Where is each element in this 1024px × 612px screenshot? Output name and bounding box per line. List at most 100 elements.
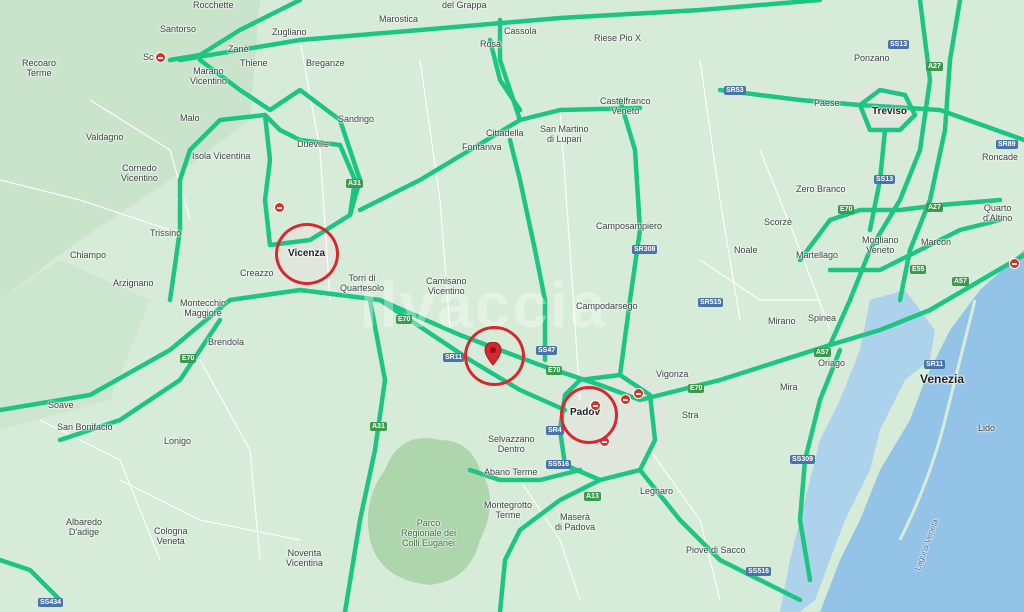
road-closure-icon[interactable] — [620, 394, 631, 405]
city-label-rocchette: Rocchette — [193, 0, 234, 10]
city-label-cornedo: Cornedo Vicentino — [121, 163, 158, 183]
city-label-quarto: Quarto d'Altino — [983, 203, 1013, 223]
city-label-cassola: Cassola — [504, 26, 537, 36]
road-shield-sr308: SR308 — [632, 245, 658, 254]
road-shield-sr11: SR11 — [443, 353, 465, 362]
city-label-oriago: Oriago — [818, 358, 846, 368]
road-shield-ss516: SS516 — [546, 460, 572, 469]
city-label-torri: Torri di Quartesolo — [340, 273, 385, 293]
city-label-stra: Stra — [682, 410, 699, 420]
road-shield-ss309: SS309 — [790, 455, 816, 464]
city-label-treviso: Treviso — [872, 106, 908, 117]
city-label-bassano: del Grappa — [442, 0, 487, 10]
city-label-abano: Abano Terme — [484, 467, 538, 477]
city-label-noale: Noale — [734, 245, 758, 255]
city-label-santorso: Santorso — [160, 24, 197, 34]
city-label-paese: Paese — [814, 98, 840, 108]
road-shield-e70: E70 — [838, 205, 855, 214]
road-closure-icon[interactable] — [155, 52, 166, 63]
road-closure-icon[interactable] — [274, 202, 285, 213]
city-label-legnaro: Legnaro — [640, 486, 674, 496]
city-label-arzignano: Arzignano — [113, 278, 154, 288]
road-shield-a31: A31 — [346, 179, 363, 188]
city-label-noventa: Noventa Vicentina — [286, 548, 323, 568]
city-label-martellago: Martellago — [796, 250, 839, 260]
road-shield-a57: A57 — [814, 348, 831, 357]
road-shield-ss13: SS13 — [888, 40, 910, 49]
city-label-schio: Sc — [143, 52, 154, 62]
city-label-campodarsego: Campodarsego — [576, 301, 638, 311]
road-shield-e70: E70 — [180, 354, 197, 363]
city-label-montecchio: Montecchio Maggiore — [180, 298, 227, 318]
city-label-marano: Marano Vicentino — [190, 66, 227, 86]
road-shield-ss516: SS516 — [746, 567, 772, 576]
city-label-mirano: Mirano — [768, 316, 796, 326]
road-shield-a13: A13 — [584, 492, 601, 501]
road-shield-ss434: SS434 — [38, 598, 64, 607]
city-label-albaredo: Albaredo D'adige — [66, 517, 103, 537]
park-label: Parco Regionale dei Colli Euganei — [401, 518, 457, 548]
location-pin-icon[interactable] — [484, 342, 502, 366]
map-canvas[interactable]: ilvaccia Rocchette Santorso Sc Recoaro T… — [0, 0, 1024, 612]
road-shield-a27: A27 — [926, 62, 943, 71]
road-shield-a57: A57 — [952, 277, 969, 286]
road-shield-sr11: SR11 — [924, 360, 946, 369]
city-label-malo: Malo — [180, 113, 200, 123]
city-label-piove: Piove di Sacco — [686, 545, 746, 555]
city-label-vigonza: Vigonza — [656, 369, 689, 379]
city-label-mira: Mira — [780, 382, 798, 392]
city-label-brendola: Brendola — [208, 337, 245, 347]
city-label-riese: Riese Pio X — [594, 33, 642, 43]
road-closure-icon[interactable] — [1009, 258, 1020, 269]
city-label-lido: Lido — [978, 423, 996, 433]
city-label-sandrigo: Sandrigo — [338, 114, 375, 124]
road-shield-e70: E70 — [546, 366, 563, 375]
city-label-sanmartino: San Martino di Lupari — [540, 124, 589, 144]
road-shield-a31: A31 — [370, 422, 387, 431]
road-shield-ss13: SS13 — [874, 175, 896, 184]
city-label-marcon: Marcon — [921, 237, 952, 247]
city-label-cologna: Cologna Veneta — [154, 526, 188, 546]
highlight-ring-vicenza — [275, 223, 339, 285]
city-label-valdagno: Valdagno — [86, 132, 124, 142]
city-label-trissino: Trissino — [150, 228, 182, 238]
city-label-lonigo: Lonigo — [164, 436, 192, 446]
road-shield-a27: A27 — [926, 203, 943, 212]
city-label-isola: Isola Vicentina — [192, 151, 251, 161]
city-label-chiampo: Chiampo — [70, 250, 107, 260]
city-label-breganze: Breganze — [306, 58, 345, 68]
city-label-recoaro: Recoaro Terme — [22, 58, 57, 78]
city-label-spinea: Spinea — [808, 313, 837, 323]
city-label-sanbonifacio: San Bonifacio — [57, 422, 113, 432]
road-closure-icon[interactable] — [633, 388, 644, 399]
road-shield-e70: E70 — [688, 384, 705, 393]
city-label-cittadella: Cittadella — [486, 128, 524, 138]
road-shield-sr4: SR4 — [546, 426, 564, 435]
city-label-ponzano: Ponzano — [854, 53, 890, 63]
city-label-zerobranco: Zero Branco — [796, 184, 846, 194]
city-label-dueville: Dueville — [297, 139, 330, 149]
road-shield-e70: E70 — [396, 315, 413, 324]
road-shield-sr89: SR89 — [996, 140, 1018, 149]
city-label-zane: Zanè — [228, 44, 249, 54]
city-label-zugliano: Zugliano — [272, 27, 307, 37]
city-label-roncade: Roncade — [982, 152, 1019, 162]
city-label-rosa: Rosà — [480, 39, 502, 49]
city-label-scorze: Scorzè — [764, 217, 793, 227]
city-label-castelfranco: Castelfranco Veneto — [600, 96, 651, 116]
city-label-fontaniva: Fontaniva — [462, 142, 502, 152]
city-label-mogliano: Mogliano Veneto — [862, 235, 899, 255]
city-label-venezia: Venezia — [920, 372, 965, 386]
city-label-creazzo: Creazzo — [240, 268, 274, 278]
road-shield-e55: E55 — [910, 265, 927, 274]
highlight-ring-padova — [560, 386, 618, 444]
city-label-masera: Maserà di Padova — [555, 512, 596, 532]
city-label-selvazzano: Selvazzano Dentro — [488, 434, 535, 454]
city-label-camisano: Camisano Vicentino — [426, 276, 467, 296]
road-shield-sr515: SR515 — [698, 298, 724, 307]
road-shield-sr53: SR53 — [724, 86, 746, 95]
city-label-camposampiero: Camposampiero — [596, 221, 663, 231]
city-label-montegrotto: Montegrotto Terme — [484, 500, 533, 520]
city-label-thiene: Thiene — [240, 58, 268, 68]
road-shield-ss47: SS47 — [536, 346, 558, 355]
